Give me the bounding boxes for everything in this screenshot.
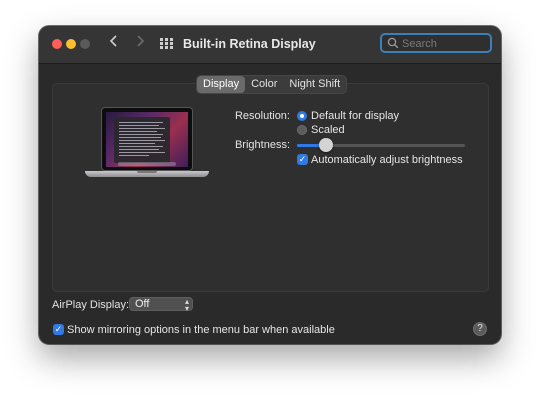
dock-thumbnail bbox=[118, 162, 176, 166]
default-for-display-label[interactable]: Default for display bbox=[311, 110, 399, 122]
scaled-label[interactable]: Scaled bbox=[311, 124, 345, 136]
system-preferences-window: Built-in Retina Display Display Color Ni… bbox=[39, 26, 501, 344]
brightness-slider-thumb[interactable] bbox=[318, 138, 333, 152]
airplay-display-label: AirPlay Display: bbox=[52, 299, 130, 311]
chevron-left-icon bbox=[109, 35, 117, 47]
airplay-display-select[interactable]: Off ▴ ▾ bbox=[129, 297, 193, 313]
radio-scaled[interactable] bbox=[297, 125, 307, 135]
forward-button[interactable] bbox=[135, 34, 145, 53]
tab-bar: Display Color Night Shift bbox=[196, 75, 348, 94]
mirroring-checkbox[interactable]: ✓ bbox=[53, 324, 64, 335]
mirroring-label[interactable]: Show mirroring options in the menu bar w… bbox=[67, 324, 335, 336]
tab-night-shift[interactable]: Night Shift bbox=[283, 76, 346, 93]
brightness-label: Brightness: bbox=[234, 139, 290, 151]
radio-default-for-display[interactable] bbox=[297, 111, 307, 121]
search-field[interactable] bbox=[380, 33, 492, 53]
show-all-grid-icon[interactable] bbox=[160, 38, 174, 50]
laptop-wallpaper bbox=[106, 112, 188, 167]
laptop-screen bbox=[101, 107, 193, 171]
resolution-label: Resolution: bbox=[234, 110, 290, 122]
updown-chevron-icon: ▴ ▾ bbox=[184, 297, 189, 313]
chevron-right-icon bbox=[137, 35, 145, 47]
laptop-notch bbox=[137, 171, 157, 173]
zoom-button[interactable] bbox=[80, 39, 90, 49]
auto-brightness-label[interactable]: Automatically adjust brightness bbox=[311, 154, 463, 166]
search-input[interactable] bbox=[402, 36, 486, 51]
document-window-thumbnail bbox=[114, 117, 170, 163]
close-button[interactable] bbox=[52, 39, 62, 49]
title-bar: Built-in Retina Display bbox=[39, 26, 501, 64]
macbook-illustration bbox=[85, 107, 209, 183]
auto-brightness-checkbox[interactable]: ✓ bbox=[297, 154, 308, 165]
tab-display[interactable]: Display bbox=[197, 76, 246, 93]
window-title: Built-in Retina Display bbox=[183, 37, 316, 51]
search-icon bbox=[387, 37, 399, 49]
tab-color[interactable]: Color bbox=[245, 76, 283, 93]
airplay-display-value: Off bbox=[135, 298, 150, 310]
brightness-slider[interactable] bbox=[297, 138, 465, 152]
back-button[interactable] bbox=[109, 34, 119, 53]
help-button[interactable]: ? bbox=[473, 322, 487, 336]
minimize-button[interactable] bbox=[66, 39, 76, 49]
